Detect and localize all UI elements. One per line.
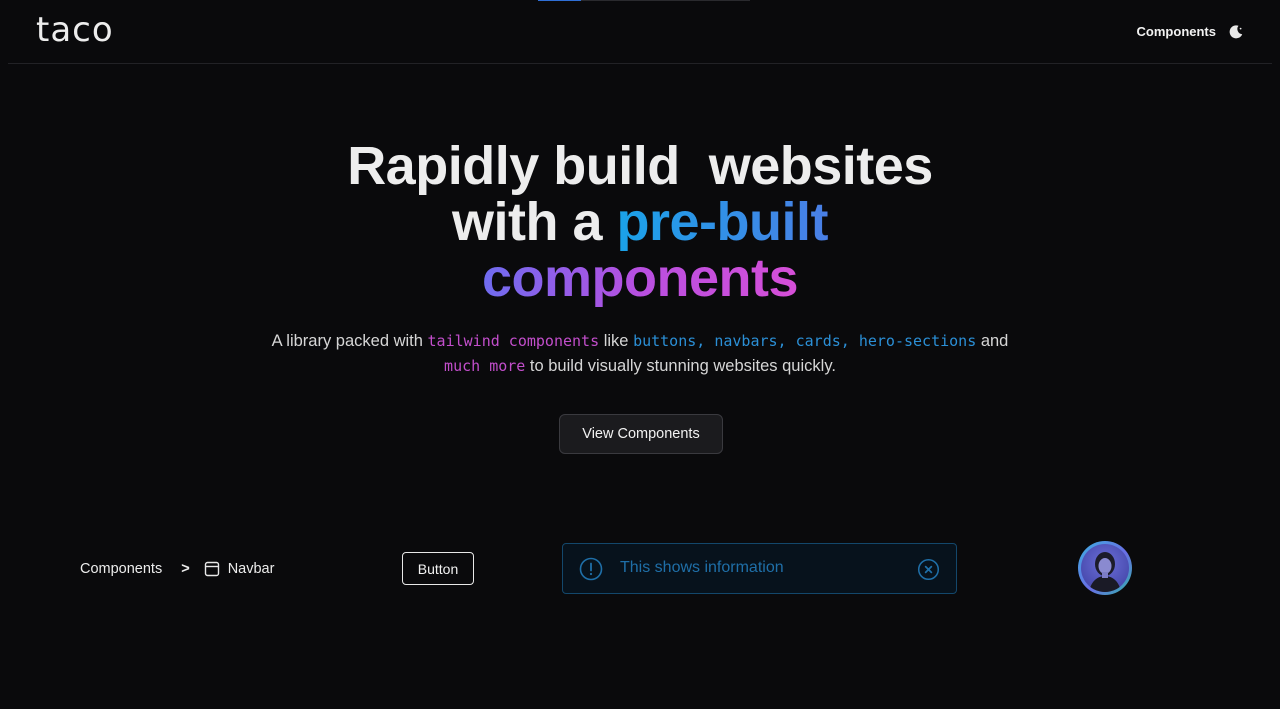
navbar: taco Components (8, 0, 1272, 64)
hero-title-gradient-components: components (481, 248, 799, 308)
hero-subtitle: A library packed with tailwind component… (0, 329, 1280, 379)
hero-title: Rapidly build websites with a pre-built … (0, 138, 1280, 306)
breadcrumb-separator: > (181, 561, 190, 577)
view-components-button[interactable]: View Components (559, 414, 723, 454)
logo[interactable]: taco (36, 10, 114, 50)
breadcrumb-navbar[interactable]: Navbar (228, 561, 275, 577)
breadcrumb-components[interactable]: Components (80, 561, 162, 577)
avatar-photo (1081, 544, 1129, 592)
moon-icon (1229, 25, 1243, 39)
window-icon (204, 561, 219, 577)
breadcrumb: Components > Navbar (80, 558, 274, 580)
subtitle-code-much-more: much more (444, 357, 526, 375)
avatar[interactable] (1078, 541, 1132, 595)
subtitle-text-2: like (599, 332, 634, 350)
avatar-portrait (1089, 552, 1121, 592)
subtitle-code-tailwind: tailwind components (427, 332, 600, 350)
subtitle-text-1: A library packed with (271, 332, 428, 350)
info-alert: This shows information (562, 543, 957, 594)
subtitle-code-components-list: buttons, navbars, cards, hero-sections (633, 332, 977, 350)
hero-title-line1: Rapidly build websites (347, 136, 933, 196)
theme-toggle-button[interactable] (1226, 22, 1246, 42)
hero-title-gradient-prebuilt: pre-built (616, 192, 829, 252)
hero-heading: Rapidly build websites with a pre-built … (0, 138, 1280, 306)
subtitle-text-3: and (976, 332, 1009, 350)
info-icon (579, 557, 603, 581)
close-circle-icon[interactable] (917, 558, 940, 581)
alert-message: This shows information (620, 559, 784, 576)
hero-title-line2: with a (452, 192, 617, 252)
nav-components-link[interactable]: Components (1137, 24, 1216, 39)
subtitle-text-4: to build visually stunning websites quic… (525, 357, 836, 375)
demo-button[interactable]: Button (402, 552, 474, 585)
